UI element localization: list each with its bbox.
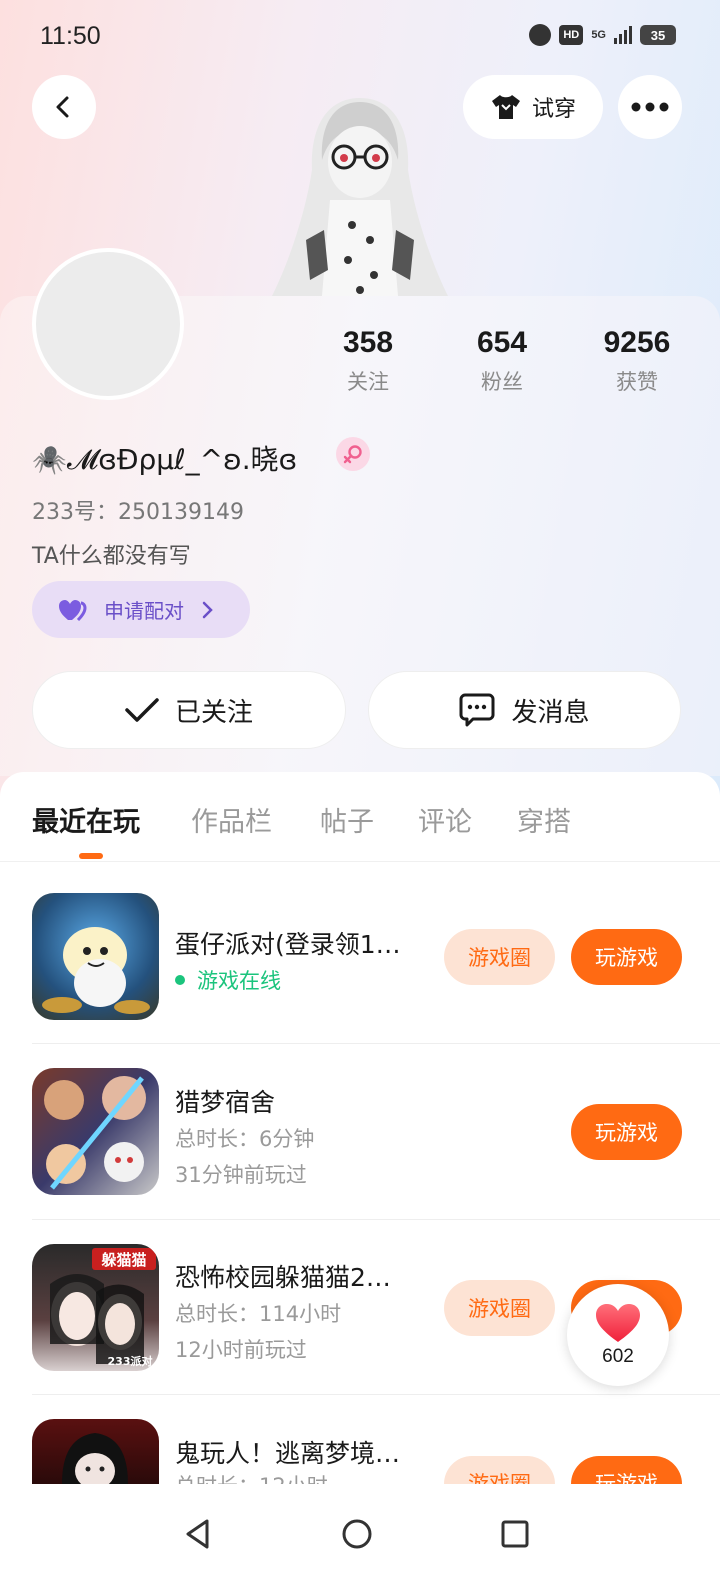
signal-icon — [614, 26, 632, 44]
nav-back-button[interactable] — [170, 1506, 226, 1562]
tshirt-icon — [491, 95, 520, 119]
status-icons: HD 5G 35 — [529, 24, 676, 46]
chat-bubble-icon — [459, 693, 495, 727]
battery-icon: 35 — [640, 25, 676, 45]
game-icon-dream-dorm[interactable] — [32, 1068, 159, 1195]
game-title[interactable]: 猎梦宿舍 — [175, 1083, 430, 1119]
floating-like-button[interactable]: 602 — [567, 1284, 669, 1386]
nav-recents-square-icon — [501, 1520, 529, 1548]
followed-label: 已关注 — [174, 697, 253, 728]
icon-text-top: 躲猫猫 — [101, 1251, 146, 1269]
stat-likes[interactable]: 9256 获赞 — [572, 326, 702, 396]
nav-home-circle-icon — [342, 1519, 372, 1549]
game-title[interactable]: 鬼玩人！逃离梦境… — [175, 1434, 430, 1470]
avatar-3d-figure — [272, 98, 448, 296]
egg-character-icon — [42, 927, 150, 1014]
system-nav-bar — [0, 1484, 720, 1584]
ghost-player-art-icon — [62, 1433, 128, 1484]
back-button[interactable] — [32, 75, 96, 139]
tab-comments[interactable]: 评论 — [418, 800, 472, 839]
pair-label: 申请配对 — [104, 599, 184, 623]
game-last-played: 12小时前玩过 — [175, 1338, 307, 1362]
stat-label: 获赞 — [616, 370, 658, 394]
dream-dorm-art-icon — [44, 1076, 146, 1190]
try-on-button[interactable]: 试穿 — [463, 75, 603, 139]
back-arrow-icon — [56, 96, 69, 118]
tab-posts[interactable]: 帖子 — [320, 800, 374, 839]
game-circle-button[interactable]: 游戏圈 — [444, 1280, 555, 1336]
user-id: 233号：250139149 — [32, 500, 244, 525]
game-title[interactable]: 蛋仔派对(登录领1… — [175, 925, 430, 961]
bio: TA什么都没有写 — [32, 544, 191, 569]
online-status-label: 游戏在线 — [197, 969, 281, 993]
icon-text-bottom: 233派对 — [108, 1354, 153, 1368]
play-game-button[interactable]: 玩游戏 — [571, 929, 682, 985]
horror-school-art-icon: 躲猫猫 233派对 — [50, 1248, 156, 1368]
send-message-label: 发消息 — [511, 697, 590, 728]
stat-fans[interactable]: 654 粉丝 — [437, 326, 567, 396]
active-tab-indicator — [79, 853, 103, 859]
divider — [32, 1219, 720, 1220]
game-title[interactable]: 恐怖校园躲猫猫2… — [175, 1258, 430, 1294]
nav-recents-button[interactable] — [487, 1506, 543, 1562]
game-duration: 总时长：6分钟 — [175, 1127, 315, 1151]
stat-following[interactable]: 358 关注 — [303, 326, 433, 396]
stat-value: 654 — [476, 326, 528, 359]
nav-back-triangle-icon — [186, 1519, 209, 1549]
alarm-icon — [529, 24, 552, 46]
try-on-label: 试穿 — [531, 97, 576, 122]
check-icon — [125, 698, 159, 722]
hd-icon: HD — [559, 25, 584, 45]
tab-outfits[interactable]: 穿搭 — [517, 800, 571, 839]
status-time: 11:50 — [40, 22, 101, 50]
game-icon-horror-school[interactable]: 躲猫猫 233派对 — [32, 1244, 159, 1371]
play-game-button[interactable]: 玩游戏 — [571, 1456, 682, 1484]
tab-works[interactable]: 作品栏 — [191, 800, 272, 839]
game-duration: 总时长：114小时 — [175, 1302, 342, 1326]
game-circle-button[interactable]: 游戏圈 — [444, 929, 555, 985]
game-icon-ghost-player[interactable] — [32, 1419, 159, 1484]
game-circle-button[interactable]: 游戏圈 — [444, 1456, 555, 1484]
game-duration: 总时长：12小时 — [175, 1474, 328, 1484]
game-last-played: 31分钟前玩过 — [175, 1163, 307, 1187]
more-options-button[interactable] — [618, 75, 682, 139]
avatar[interactable] — [32, 248, 184, 400]
pair-hearts-icon — [59, 599, 87, 621]
play-game-button[interactable]: 玩游戏 — [571, 1104, 682, 1160]
send-message-button[interactable]: 发消息 — [368, 671, 681, 749]
request-pair-button[interactable]: 申请配对 — [32, 581, 250, 638]
divider — [32, 1043, 720, 1044]
stat-label: 粉丝 — [481, 370, 523, 394]
tab-recently-played[interactable]: 最近在玩 — [32, 800, 140, 839]
followed-button[interactable]: 已关注 — [32, 671, 346, 749]
game-online-status: 游戏在线 — [175, 965, 281, 995]
network-type: 5G — [591, 29, 606, 41]
nickname: 🕷️𝓜ɞƉρµℓ_^ʚ.晓ɞ — [32, 443, 298, 476]
stat-label: 关注 — [347, 370, 389, 394]
more-dots-icon — [631, 102, 669, 112]
online-dot-icon — [175, 975, 185, 985]
nav-home-button[interactable] — [329, 1506, 385, 1562]
status-bar: 11:50 HD 5G 35 — [0, 0, 720, 76]
female-gender-icon — [336, 437, 370, 471]
heart-icon — [596, 1304, 640, 1342]
divider — [32, 1394, 720, 1395]
stat-value: 358 — [342, 326, 394, 359]
stat-value: 9256 — [603, 326, 671, 359]
chevron-right-icon — [202, 601, 213, 618]
game-icon-eggy-party[interactable] — [32, 893, 159, 1020]
like-count: 602 — [602, 1346, 634, 1367]
